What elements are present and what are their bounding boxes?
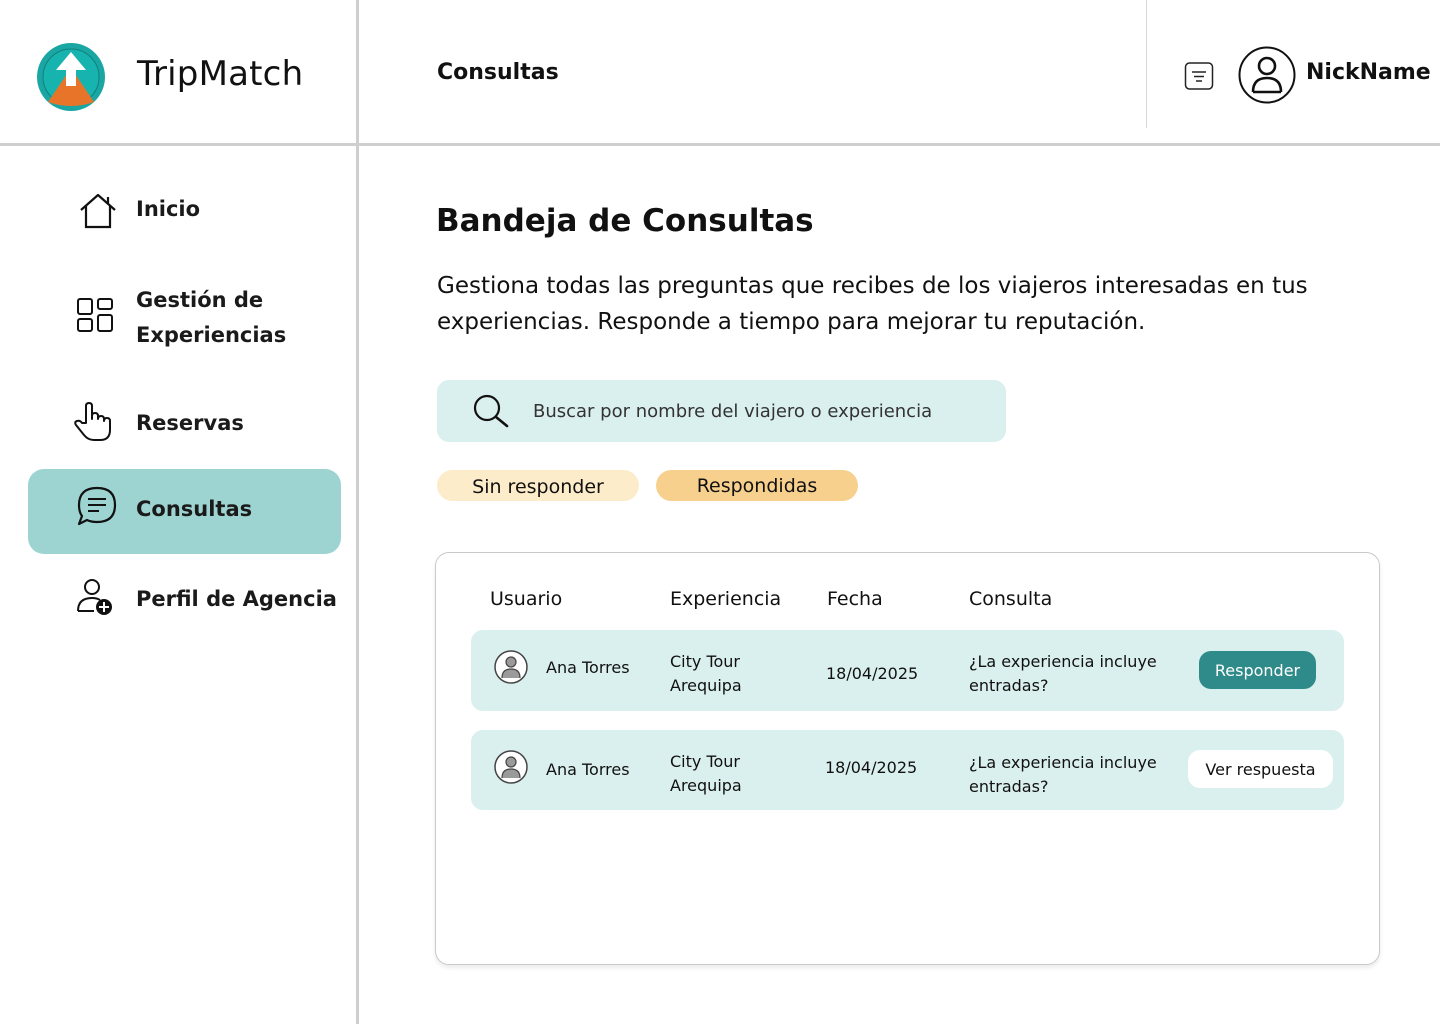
sidebar-item-label: Perfil de Agencia bbox=[136, 587, 337, 611]
sidebar-item-consultas[interactable]: Consultas bbox=[28, 469, 341, 554]
brand-name: TripMatch bbox=[137, 54, 304, 94]
filter-chip-respondidas[interactable]: Respondidas bbox=[656, 470, 858, 501]
page-title: Bandeja de Consultas bbox=[436, 203, 814, 239]
row-user-name: Ana Torres bbox=[546, 760, 630, 779]
row-date: 18/04/2025 bbox=[826, 664, 919, 683]
user-add-icon bbox=[77, 579, 112, 615]
header-divider bbox=[0, 143, 1440, 146]
page-description: Gestiona todas las preguntas que recibes… bbox=[437, 273, 1308, 335]
sidebar-item-label: Consultas bbox=[136, 497, 253, 521]
user-avatar-icon[interactable] bbox=[1238, 46, 1296, 104]
sidebar-item-reservas[interactable]: Reservas bbox=[28, 398, 341, 448]
row-query: ¿La experiencia incluye entradas? bbox=[969, 652, 1157, 695]
notifications-icon[interactable] bbox=[1184, 61, 1214, 91]
user-avatar-icon bbox=[494, 750, 528, 784]
sidebar-item-label: Gestión de Experiencias bbox=[136, 288, 287, 347]
sidebar-divider bbox=[356, 0, 359, 1024]
tripmatch-logo-icon[interactable] bbox=[36, 42, 106, 112]
sidebar-item-label: Reservas bbox=[136, 411, 244, 435]
dashboard-grid-icon bbox=[77, 298, 113, 332]
user-nickname[interactable]: NickName bbox=[1306, 60, 1431, 85]
search-bar[interactable] bbox=[437, 380, 1006, 442]
responder-button[interactable]: Responder bbox=[1199, 651, 1316, 689]
home-icon bbox=[80, 193, 116, 229]
filter-chip-sin-responder[interactable]: Sin responder bbox=[437, 470, 639, 501]
column-header-consulta: Consulta bbox=[969, 588, 1053, 610]
row-query: ¿La experiencia incluye entradas? bbox=[969, 753, 1157, 796]
sidebar-item-inicio[interactable]: Inicio bbox=[28, 186, 341, 236]
column-header-usuario: Usuario bbox=[490, 588, 563, 610]
row-experience: City Tour Arequipa bbox=[670, 752, 742, 795]
header-title: Consultas bbox=[437, 60, 559, 85]
hand-pointer-icon bbox=[74, 402, 111, 441]
sidebar-item-perfil-agencia[interactable]: Perfil de Agencia bbox=[28, 575, 341, 625]
sidebar-item-gestion-experiencias[interactable]: Gestión de Experiencias bbox=[28, 282, 341, 358]
user-avatar-icon bbox=[494, 650, 528, 684]
row-date: 18/04/2025 bbox=[825, 758, 918, 777]
table-row: Ana Torres City Tour Arequipa 18/04/2025… bbox=[471, 730, 1344, 810]
column-header-experiencia: Experiencia bbox=[670, 588, 782, 610]
ver-respuesta-button[interactable]: Ver respuesta bbox=[1188, 750, 1333, 788]
search-input[interactable] bbox=[533, 396, 993, 426]
sidebar-item-label: Inicio bbox=[136, 197, 201, 221]
column-header-fecha: Fecha bbox=[827, 588, 883, 610]
chat-bubble-icon bbox=[77, 486, 117, 526]
table-row: Ana Torres City Tour Arequipa 18/04/2025… bbox=[471, 630, 1344, 711]
row-user-name: Ana Torres bbox=[546, 658, 630, 677]
search-icon bbox=[473, 394, 509, 428]
user-area-divider bbox=[1146, 0, 1147, 128]
queries-table: Usuario Experiencia Fecha Consulta Ana T… bbox=[435, 552, 1380, 965]
row-experience: City Tour Arequipa bbox=[670, 652, 742, 695]
